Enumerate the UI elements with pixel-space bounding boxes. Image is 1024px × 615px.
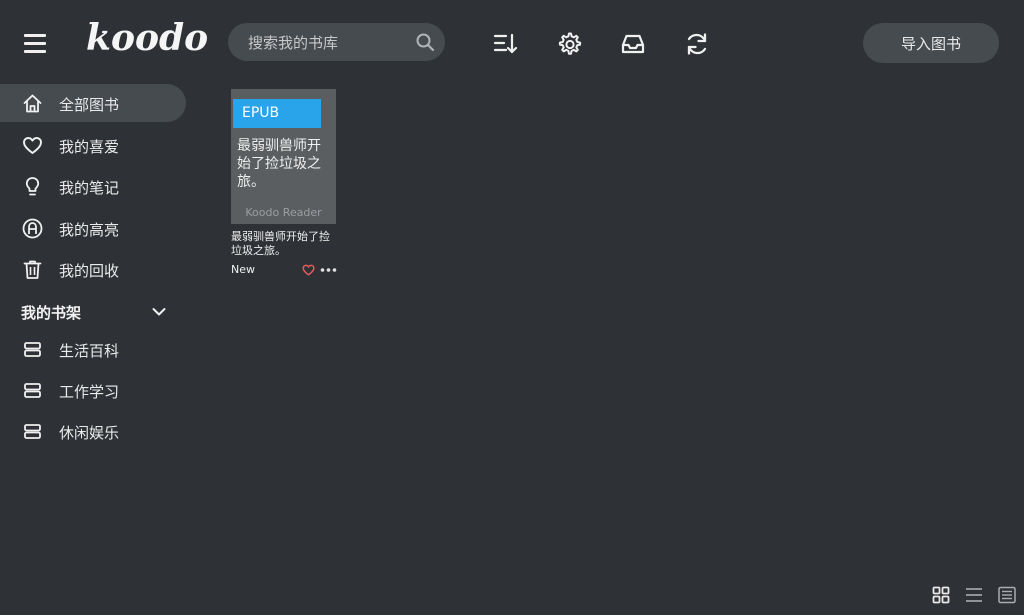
- header: koodo 导入图书: [0, 0, 1024, 88]
- favorite-heart-icon[interactable]: [302, 264, 315, 276]
- gear-icon[interactable]: [555, 30, 583, 58]
- search-box: [228, 23, 445, 63]
- reading-progress: New: [231, 263, 255, 276]
- home-icon: [23, 94, 42, 113]
- trash-icon: [23, 260, 42, 279]
- sidebar-item-label: 全部图书: [59, 96, 120, 114]
- book-title: 最弱驯兽师开始了捡垃圾之旅。: [231, 230, 330, 257]
- app-window: koodo 导入图书: [0, 0, 1024, 615]
- shelf-item-life[interactable]: 生活百科: [0, 330, 186, 368]
- sync-icon[interactable]: [683, 30, 711, 58]
- book-card: EPUB 最弱驯兽师开始了捡垃圾之旅。 Koodo Reader 最弱驯兽师开始…: [231, 89, 337, 279]
- cover-publisher: Koodo Reader: [245, 206, 322, 219]
- book-cover[interactable]: EPUB 最弱驯兽师开始了捡垃圾之旅。 Koodo Reader: [231, 89, 336, 224]
- shelf-item-label: 工作学习: [59, 382, 120, 401]
- sidebar-item-label: 我的喜爱: [59, 137, 120, 156]
- menu-bar: [24, 42, 46, 45]
- shelf-toggle[interactable]: 我的书架: [0, 292, 186, 330]
- search-icon[interactable]: [415, 32, 435, 52]
- lightbulb-icon: [25, 177, 40, 196]
- inbox-icon[interactable]: [619, 30, 647, 58]
- grid-view-icon[interactable]: [932, 586, 950, 604]
- sidebar-item-label: 我的高亮: [59, 220, 120, 239]
- shelf-icon: [24, 341, 41, 357]
- shelf-item-work[interactable]: 工作学习: [0, 371, 186, 409]
- shelf-item-label: 生活百科: [59, 341, 120, 360]
- cover-view-icon[interactable]: [998, 586, 1016, 604]
- sidebar-item-all-books[interactable]: 全部图书: [0, 84, 186, 122]
- shelf-icon: [24, 423, 41, 439]
- list-view-icon[interactable]: [965, 586, 983, 604]
- menu-icon[interactable]: [22, 32, 48, 56]
- app-logo: koodo: [86, 17, 209, 59]
- shelf-icon: [24, 382, 41, 398]
- heart-icon: [23, 136, 42, 154]
- sidebar-item-notes[interactable]: 我的笔记: [0, 167, 186, 205]
- shelf-title: 我的书架: [21, 303, 82, 322]
- sidebar-item-label: 我的笔记: [59, 179, 120, 197]
- menu-bar: [24, 34, 46, 37]
- search-input[interactable]: [246, 23, 410, 63]
- chevron-down-icon: [152, 307, 166, 315]
- sidebar: 全部图书 我的喜爱 我的笔记 我的高亮 我的回收 我的书架 生活百科 工作学习 …: [0, 84, 200, 453]
- shelf-item-leisure[interactable]: 休闲娱乐: [0, 412, 186, 450]
- highlight-icon: [22, 218, 43, 238]
- import-books-button[interactable]: 导入图书: [863, 23, 999, 63]
- menu-bar: [24, 50, 46, 53]
- sidebar-item-trash[interactable]: 我的回收: [0, 250, 186, 288]
- format-badge: EPUB: [233, 99, 321, 128]
- shelf-item-label: 休闲娱乐: [59, 423, 120, 442]
- sort-icon[interactable]: [492, 30, 520, 58]
- book-meta: New: [231, 263, 337, 279]
- sidebar-item-favorites[interactable]: 我的喜爱: [0, 126, 186, 164]
- more-options-icon[interactable]: [320, 264, 337, 276]
- sidebar-item-highlights[interactable]: 我的高亮: [0, 209, 186, 247]
- cover-title: 最弱驯兽师开始了捡垃圾之旅。: [237, 138, 321, 190]
- sidebar-item-label: 我的回收: [59, 262, 120, 280]
